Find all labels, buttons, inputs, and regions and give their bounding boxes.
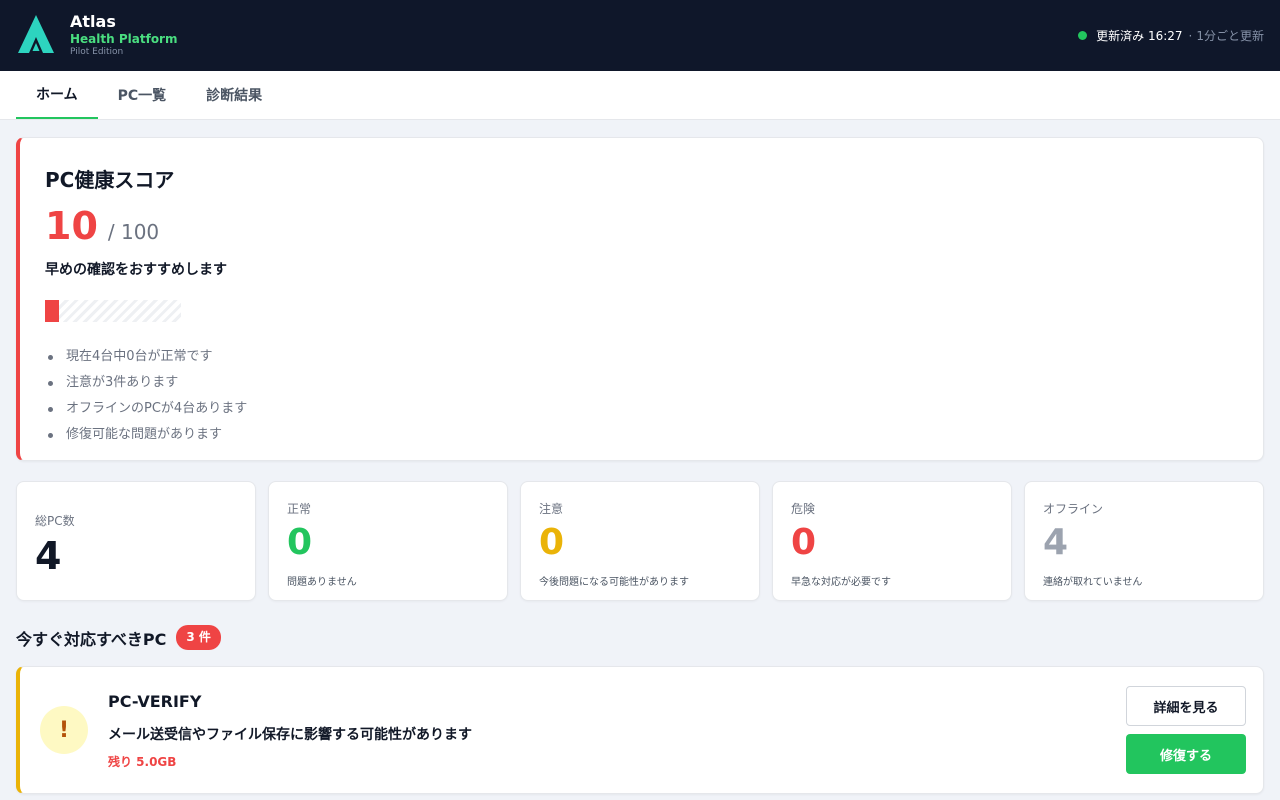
score-message: 早めの確認をおすすめします xyxy=(45,262,227,278)
status-dot-icon xyxy=(1078,31,1088,40)
stats-row: 総PC数 4 正常 0 問題ありません 注意 0 今後問題になる可能性があります… xyxy=(16,481,1264,601)
stat-card-normal[interactable]: 正常 0 問題ありません xyxy=(268,481,508,601)
issue-remaining: 残り 5.0GB xyxy=(108,755,177,769)
brand-edition: Pilot Edition xyxy=(70,47,124,58)
brand-subtitle: Health Platform xyxy=(70,32,178,47)
stat-label: オフライン xyxy=(1043,502,1104,516)
issue-pc-name: PC-VERIFY xyxy=(108,692,202,711)
list-item: 現在4台中0台が正常です xyxy=(45,344,1263,370)
score-row: 10 / 100 xyxy=(45,207,1263,245)
score-max: / 100 xyxy=(107,220,160,244)
issue-description: メール送受信やファイル保存に影響する可能性があります xyxy=(108,727,472,743)
status-separator: · xyxy=(1188,28,1193,43)
tab-pc-list[interactable]: PC一覧 xyxy=(98,71,187,119)
stat-description: 早急な対応が必要です xyxy=(791,577,891,588)
stat-value: 4 xyxy=(35,534,62,578)
stat-card-offline[interactable]: オフライン 4 連絡が取れていません xyxy=(1024,481,1264,601)
warning-icon: ! xyxy=(40,706,88,754)
brand-name: Atlas xyxy=(70,11,116,31)
tab-bar: ホーム PC一覧 診断結果 xyxy=(0,71,1280,120)
brand[interactable]: Atlas Health Platform Pilot Edition xyxy=(16,13,177,59)
health-score-card: PC健康スコア 10 / 100 早めの確認をおすすめします 現在4台中0台が正… xyxy=(16,137,1264,461)
stat-label: 総PC数 xyxy=(35,514,75,528)
stat-value: 0 xyxy=(791,522,817,563)
stat-value: 0 xyxy=(539,522,565,563)
stat-card-danger[interactable]: 危険 0 早急な対応が必要です xyxy=(772,481,1012,601)
stat-value: 0 xyxy=(287,522,313,563)
stat-card-warning[interactable]: 注意 0 今後問題になる可能性があります xyxy=(520,481,760,601)
stat-label: 危険 xyxy=(791,502,816,516)
list-item: 注意が3件あります xyxy=(45,370,1263,396)
stat-description: 連絡が取れていません xyxy=(1043,577,1143,588)
score-title: PC健康スコア xyxy=(45,168,175,192)
top-bar: Atlas Health Platform Pilot Edition 更新済み… xyxy=(0,0,1280,71)
repair-button[interactable]: 修復する xyxy=(1126,734,1246,774)
status-text: 更新済み 16:27 xyxy=(1096,29,1183,43)
stat-description: 今後問題になる可能性があります xyxy=(539,577,689,588)
score-value: 10 xyxy=(45,204,98,248)
section-title: 今すぐ対応すべきPC xyxy=(16,629,167,649)
stat-label: 注意 xyxy=(539,502,564,516)
list-item: 修復可能な問題があります xyxy=(45,422,1263,448)
tab-home[interactable]: ホーム xyxy=(16,71,98,119)
stat-card-total[interactable]: 総PC数 4 xyxy=(16,481,256,601)
tab-diagnosis[interactable]: 診断結果 xyxy=(186,71,282,119)
view-details-button[interactable]: 詳細を見る xyxy=(1126,686,1246,726)
score-summary-list: 現在4台中0台が正常です 注意が3件あります オフラインのPCが4台あります 修… xyxy=(45,344,1263,448)
urgent-section-header: 今すぐ対応すべきPC 3 件 xyxy=(16,625,221,650)
status-interval: 1分ごと更新 xyxy=(1196,29,1264,43)
count-badge: 3 件 xyxy=(176,625,221,650)
atlas-logo-icon xyxy=(18,15,54,54)
score-progress-bar xyxy=(45,300,181,322)
stat-label: 正常 xyxy=(287,502,312,516)
score-progress-fill xyxy=(45,300,59,322)
list-item: オフラインのPCが4台あります xyxy=(45,396,1263,422)
issue-card: ! PC-VERIFY メール送受信やファイル保存に影響する可能性があります 残… xyxy=(16,666,1264,794)
update-status: 更新済み 16:27 · 1分ごと更新 xyxy=(1078,27,1264,44)
stat-description: 問題ありません xyxy=(287,577,357,588)
stat-value: 4 xyxy=(1043,522,1069,563)
